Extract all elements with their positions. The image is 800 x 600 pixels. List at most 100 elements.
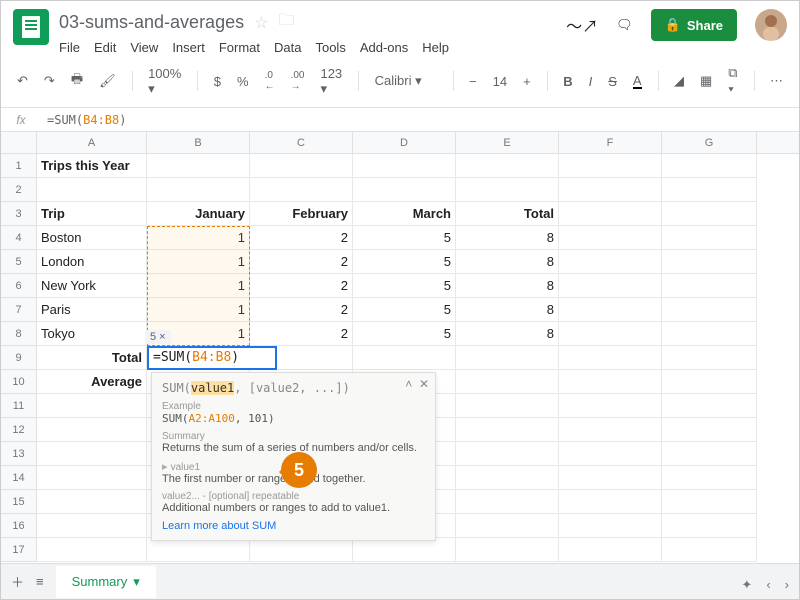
row-header-17[interactable]: 17: [1, 538, 37, 562]
cell-F12[interactable]: [559, 418, 662, 442]
col-header-E[interactable]: E: [456, 132, 559, 153]
cell-A17[interactable]: [37, 538, 147, 562]
merge-icon[interactable]: ⧉ ▾: [724, 61, 741, 101]
cell-C2[interactable]: [250, 178, 353, 202]
cell-E4[interactable]: 8: [456, 226, 559, 250]
cell-C7[interactable]: 2: [250, 298, 353, 322]
cell-D4[interactable]: 5: [353, 226, 456, 250]
cell-G8[interactable]: [662, 322, 757, 346]
cell-B17[interactable]: [147, 538, 250, 562]
text-color-button[interactable]: A: [629, 69, 646, 93]
tab-menu-icon[interactable]: ▾: [133, 574, 140, 590]
explore-bottom-icon[interactable]: ✦: [741, 577, 752, 593]
cell-B2[interactable]: [147, 178, 250, 202]
col-header-G[interactable]: G: [662, 132, 757, 153]
cell-E6[interactable]: 8: [456, 274, 559, 298]
cell-A9[interactable]: Total: [37, 346, 147, 370]
menu-addons[interactable]: Add-ons: [360, 40, 408, 55]
cell-D7[interactable]: 5: [353, 298, 456, 322]
row-header-7[interactable]: 7: [1, 298, 37, 322]
select-all-corner[interactable]: [1, 132, 37, 153]
sheet-tab-summary[interactable]: Summary ▾: [56, 566, 156, 598]
cell-E7[interactable]: 8: [456, 298, 559, 322]
all-sheets-icon[interactable]: ≡: [36, 574, 44, 589]
cell-E13[interactable]: [456, 442, 559, 466]
cell-F4[interactable]: [559, 226, 662, 250]
cell-F1[interactable]: [559, 154, 662, 178]
spreadsheet-grid[interactable]: ABCDEFG 1Trips this Year23TripJanuaryFeb…: [1, 132, 799, 587]
cell-G15[interactable]: [662, 490, 757, 514]
row-header-11[interactable]: 11: [1, 394, 37, 418]
cell-D1[interactable]: [353, 154, 456, 178]
menu-help[interactable]: Help: [422, 40, 449, 55]
cell-F17[interactable]: [559, 538, 662, 562]
cell-G4[interactable]: [662, 226, 757, 250]
row-header-3[interactable]: 3: [1, 202, 37, 226]
row-header-8[interactable]: 8: [1, 322, 37, 346]
cell-F11[interactable]: [559, 394, 662, 418]
cell-G13[interactable]: [662, 442, 757, 466]
cell-D6[interactable]: 5: [353, 274, 456, 298]
cell-G2[interactable]: [662, 178, 757, 202]
cell-G6[interactable]: [662, 274, 757, 298]
close-icon[interactable]: ✕: [419, 377, 429, 391]
col-header-C[interactable]: C: [250, 132, 353, 153]
cell-F9[interactable]: [559, 346, 662, 370]
cell-A12[interactable]: [37, 418, 147, 442]
explore-icon[interactable]: 〜↗: [566, 13, 598, 37]
menu-format[interactable]: Format: [219, 40, 260, 55]
cell-A1[interactable]: Trips this Year: [37, 154, 147, 178]
star-icon[interactable]: ☆: [254, 13, 268, 33]
cell-A13[interactable]: [37, 442, 147, 466]
menu-file[interactable]: File: [59, 40, 80, 55]
cell-A5[interactable]: London: [37, 250, 147, 274]
undo-icon[interactable]: ↶: [13, 69, 32, 93]
cell-A8[interactable]: Tokyo: [37, 322, 147, 346]
cell-G12[interactable]: [662, 418, 757, 442]
folder-icon[interactable]: 🗀: [278, 9, 294, 36]
paint-format-icon[interactable]: 🖌: [95, 69, 120, 93]
cell-G9[interactable]: [662, 346, 757, 370]
cell-C8[interactable]: 2: [250, 322, 353, 346]
scroll-right-icon[interactable]: ›: [785, 577, 789, 593]
cell-C3[interactable]: February: [250, 202, 353, 226]
more-formats[interactable]: 123 ▾: [316, 62, 346, 101]
avatar[interactable]: [755, 9, 787, 41]
cell-D17[interactable]: [353, 538, 456, 562]
cell-D8[interactable]: 5: [353, 322, 456, 346]
font-size[interactable]: 14: [489, 70, 511, 93]
cell-E16[interactable]: [456, 514, 559, 538]
zoom-dropdown[interactable]: 100% ▾: [144, 62, 185, 101]
font-size-dec[interactable]: −: [465, 70, 481, 93]
cell-B5[interactable]: 1: [147, 250, 250, 274]
cell-G14[interactable]: [662, 466, 757, 490]
cell-F10[interactable]: [559, 370, 662, 394]
cell-F8[interactable]: [559, 322, 662, 346]
cell-G7[interactable]: [662, 298, 757, 322]
comments-icon[interactable]: 🗨: [616, 17, 633, 33]
cell-A10[interactable]: Average: [37, 370, 147, 394]
cell-F5[interactable]: [559, 250, 662, 274]
cell-C6[interactable]: 2: [250, 274, 353, 298]
dec-decrease[interactable]: .0←: [261, 66, 279, 96]
cell-G16[interactable]: [662, 514, 757, 538]
menu-edit[interactable]: Edit: [94, 40, 116, 55]
cell-F3[interactable]: [559, 202, 662, 226]
row-header-12[interactable]: 12: [1, 418, 37, 442]
font-family-dropdown[interactable]: Calibri ▾: [371, 69, 441, 93]
cell-E8[interactable]: 8: [456, 322, 559, 346]
row-header-14[interactable]: 14: [1, 466, 37, 490]
cell-E10[interactable]: [456, 370, 559, 394]
cell-F15[interactable]: [559, 490, 662, 514]
cell-E9[interactable]: [456, 346, 559, 370]
cell-A15[interactable]: [37, 490, 147, 514]
cell-E14[interactable]: [456, 466, 559, 490]
row-header-1[interactable]: 1: [1, 154, 37, 178]
cell-A11[interactable]: [37, 394, 147, 418]
cell-G5[interactable]: [662, 250, 757, 274]
more-icon[interactable]: ⋯: [766, 69, 787, 93]
cell-F6[interactable]: [559, 274, 662, 298]
print-icon[interactable]: 🖶: [67, 66, 87, 96]
borders-icon[interactable]: ▦: [696, 69, 716, 93]
row-header-4[interactable]: 4: [1, 226, 37, 250]
